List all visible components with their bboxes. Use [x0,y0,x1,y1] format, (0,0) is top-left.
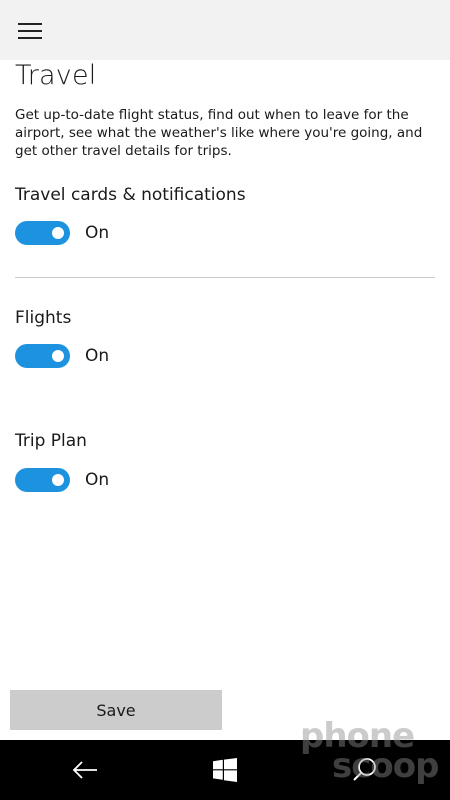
flights-toggle[interactable] [15,344,70,368]
toggle-state-label: On [85,470,110,490]
toggle-row-flights: On [15,344,109,368]
save-button[interactable]: Save [10,690,222,730]
search-icon[interactable] [330,740,400,800]
navigation-bar [0,740,450,800]
toggle-state-label: On [85,346,110,366]
hamburger-menu-icon[interactable] [12,16,48,46]
menu-line [18,30,42,32]
travel-cards-toggle[interactable] [15,221,70,245]
setting-label-flights: Flights [15,308,72,328]
toggle-knob [52,474,64,486]
top-bar [0,0,450,60]
page-description: Get up-to-date flight status, find out w… [15,107,423,159]
page-title: Travel [15,60,97,91]
travel-settings-screen: Travel Get up-to-date flight status, fin… [0,0,450,800]
section-divider [15,277,435,278]
toggle-knob [52,350,64,362]
trip-plan-toggle[interactable] [15,468,70,492]
toggle-state-label: On [85,223,110,243]
toggle-row-trip-plan: On [15,468,109,492]
menu-line [18,37,42,39]
menu-line [18,23,42,25]
back-arrow-icon[interactable] [50,740,120,800]
setting-label-trip-plan: Trip Plan [15,431,87,451]
toggle-row-travel-cards: On [15,221,109,245]
setting-label-travel-cards: Travel cards & notifications [15,185,246,205]
toggle-knob [52,227,64,239]
windows-logo-icon[interactable] [190,740,260,800]
